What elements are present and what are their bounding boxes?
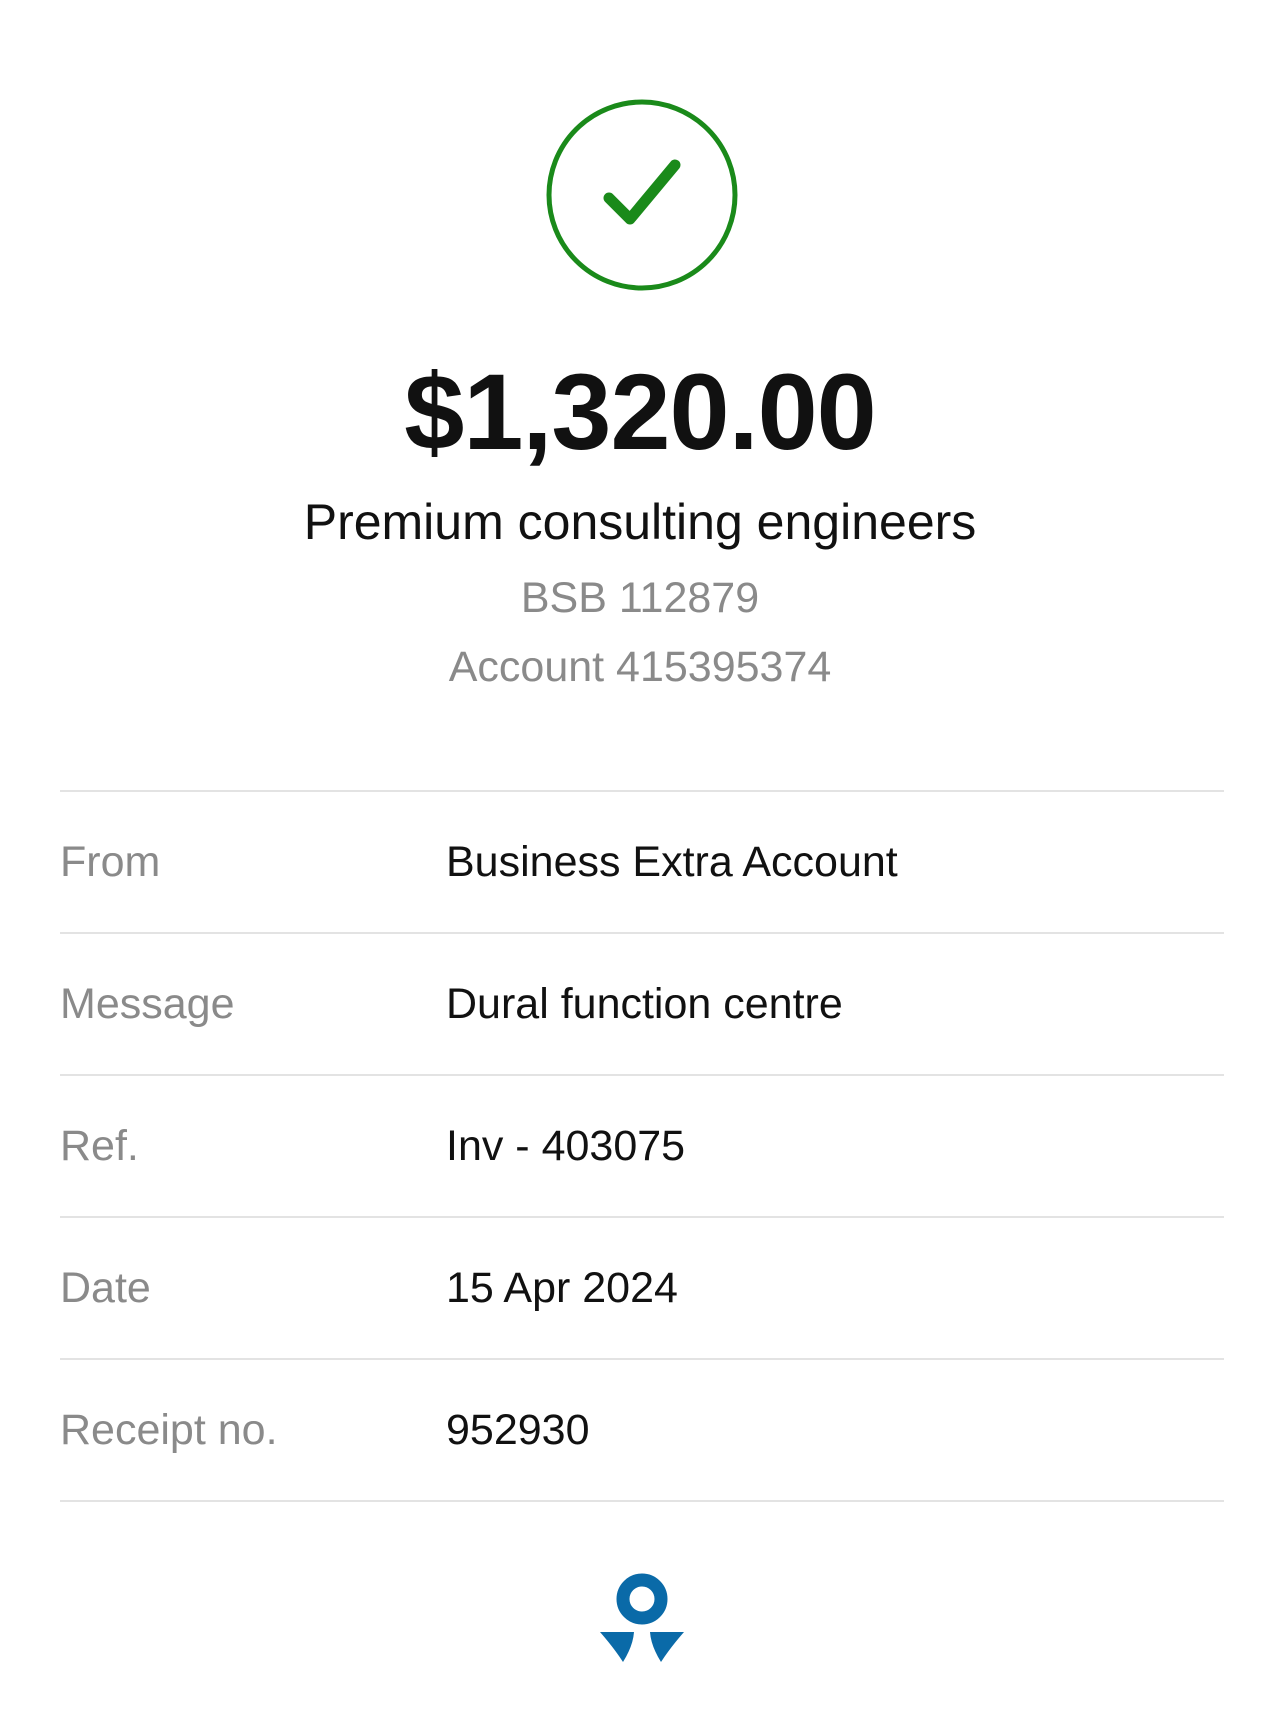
- detail-value: 952930: [446, 1406, 590, 1454]
- bank-logo-icon: [597, 1572, 687, 1682]
- detail-row-ref: Ref. Inv - 403075: [60, 1076, 1224, 1218]
- detail-row-date: Date 15 Apr 2024: [60, 1218, 1224, 1360]
- detail-label: Message: [60, 980, 235, 1028]
- payment-amount: $1,320.00: [404, 351, 876, 472]
- detail-row-receipt: Receipt no. 952930: [60, 1360, 1224, 1502]
- detail-row-message: Message Dural function centre: [60, 934, 1224, 1076]
- payee-name: Premium consulting engineers: [303, 494, 977, 550]
- detail-label: Ref.: [60, 1122, 139, 1170]
- success-check-icon: [545, 98, 739, 292]
- detail-label: Date: [60, 1264, 151, 1312]
- payee-account: Account 415395374: [448, 643, 832, 691]
- detail-label: Receipt no.: [60, 1406, 278, 1454]
- detail-label: From: [60, 838, 161, 886]
- detail-value: Inv - 403075: [446, 1122, 686, 1170]
- detail-row-from: From Business Extra Account: [60, 792, 1224, 934]
- payment-details-list: From Business Extra Account Message Dura…: [60, 790, 1224, 1502]
- detail-value: 15 Apr 2024: [446, 1264, 678, 1312]
- detail-value: Dural function centre: [446, 980, 843, 1028]
- detail-value: Business Extra Account: [446, 838, 898, 886]
- payee-bsb: BSB 112879: [520, 574, 760, 622]
